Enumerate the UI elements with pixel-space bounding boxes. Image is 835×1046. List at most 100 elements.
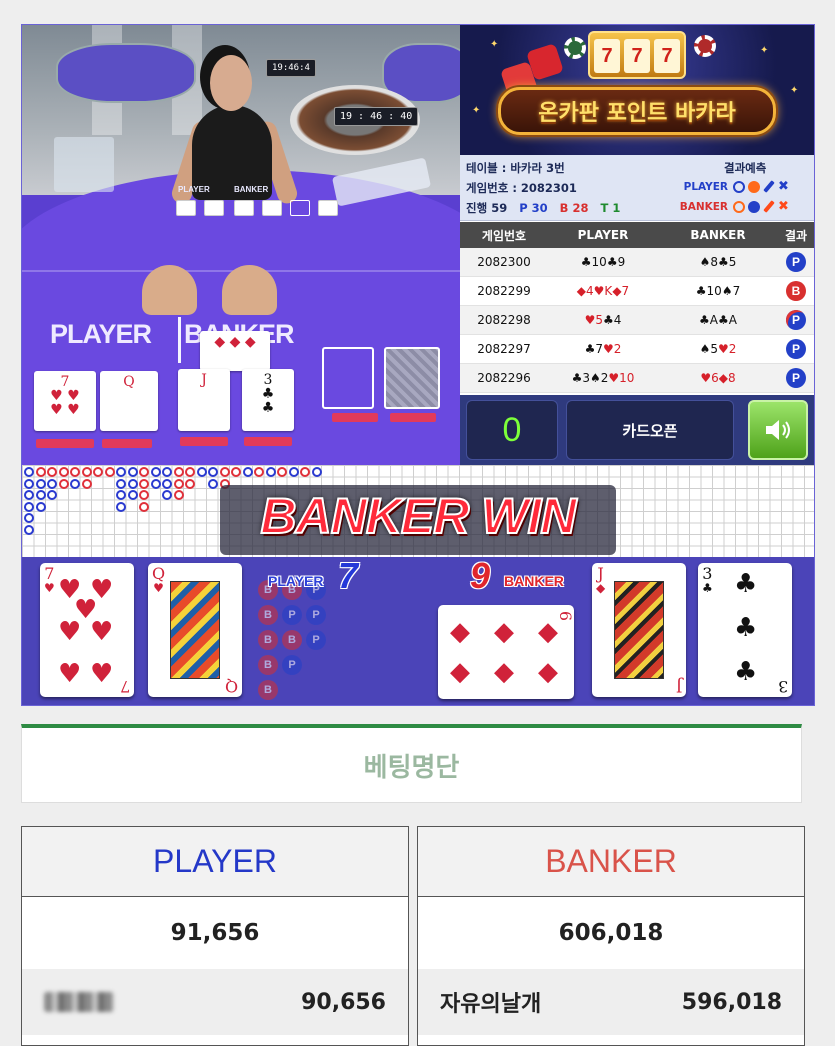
road-bead	[185, 467, 195, 477]
prediction-banker-row: BANKER ✖	[679, 199, 789, 214]
road-bead	[35, 467, 46, 477]
road-bead	[288, 467, 299, 477]
history-player-cards: ♣7♥2	[584, 342, 622, 356]
dot-icon[interactable]	[748, 180, 760, 193]
banker-score: 9	[470, 555, 491, 596]
road-bead	[35, 478, 46, 489]
road-bead	[24, 467, 34, 477]
history-player-cards: ♣10♣9	[580, 255, 626, 269]
felt-card: J	[178, 369, 230, 431]
pencil-icon[interactable]	[763, 180, 775, 193]
road-bead	[47, 467, 57, 477]
history-row: 2082300 ♣10♣9 ♠8♣5 P	[460, 248, 814, 277]
road-bead	[127, 490, 138, 500]
slot-machine-icon: 777	[588, 31, 686, 79]
table-name: 테이블 : 바카라 3번	[466, 161, 565, 175]
history-banker-cards: ♣A♣A	[699, 313, 737, 327]
banker-bets-column: BANKER 606,018 자유의날개 596,018	[417, 826, 805, 1046]
result-badge: P	[786, 339, 806, 359]
promo-banner: ✦ ✦ ✦ ✦ 777 온카판 포인트 바카라	[460, 25, 814, 155]
road-bead	[139, 501, 149, 512]
road-bead	[231, 467, 241, 477]
chip-icon	[564, 37, 586, 59]
speaker-icon	[766, 420, 790, 440]
history-row: 2082299 ◆4♥K◆7 ♣10♠7 B	[460, 277, 814, 306]
road-bead	[242, 467, 253, 477]
road-bead	[162, 467, 172, 477]
close-icon[interactable]: ✖	[778, 200, 789, 213]
history-row: 2082296 ♣3♠2♥10 ♥6◆8 P	[460, 364, 814, 393]
countdown-display: 0	[466, 400, 558, 460]
history-row: 2082298 ♥5♣4 ♣A♣A P	[460, 306, 814, 335]
result-badge: B	[786, 281, 806, 301]
history-banker-cards: ♣10♠7	[695, 284, 741, 298]
banker-card-2: J ◆ J	[592, 563, 686, 697]
road-badge: P	[306, 605, 326, 625]
road-badge: P	[282, 655, 302, 675]
road-bead	[81, 478, 92, 489]
road-bead	[58, 467, 69, 477]
road-bead	[47, 478, 57, 489]
road-bead	[35, 490, 46, 500]
road-bead	[24, 501, 34, 512]
road-bead	[81, 467, 92, 477]
banker-score-label: BANKER	[504, 573, 564, 589]
road-badge: B	[258, 655, 278, 675]
close-icon[interactable]: ✖	[778, 180, 789, 193]
game-number: 게임번호 : 2082301	[466, 181, 577, 195]
road-bead	[116, 467, 126, 477]
player-bets-column: PLAYER 91,656 90,656	[21, 826, 409, 1046]
discard-tray	[54, 137, 114, 192]
road-bead	[35, 501, 46, 512]
history-player-cards: ◆4♥K◆7	[576, 284, 630, 298]
road-bead	[58, 478, 69, 489]
control-bar: 0 카드오픈	[460, 395, 814, 465]
road-bead	[24, 478, 34, 489]
pencil-icon[interactable]	[763, 200, 775, 213]
road-bead	[196, 467, 207, 477]
road-bead	[185, 478, 195, 489]
road-badge: B	[258, 605, 278, 625]
dealer-hands	[132, 265, 302, 315]
road-bead	[70, 478, 80, 489]
felt-card: 3 ♣ ♣	[242, 369, 294, 431]
player-score-label: PLAYER	[268, 573, 324, 589]
road-badge: B	[258, 680, 278, 700]
road-bead	[116, 490, 126, 500]
prediction-title: 결과예측	[724, 161, 767, 175]
history-banker-cards: ♠8♣5	[699, 255, 737, 269]
history-game-number: 2082298	[477, 313, 531, 327]
result-badge: P	[786, 368, 806, 388]
player-card-1: 7 ♥ ♥ ♥ ♥ ♥ ♥ ♥ ♥ 7	[40, 563, 134, 697]
history-game-number: 2082297	[477, 342, 531, 356]
road-bead	[139, 478, 149, 489]
road-bead	[300, 467, 310, 477]
history-game-number: 2082296	[477, 371, 531, 385]
road-bead	[277, 467, 287, 477]
card-open-button[interactable]: 카드오픈	[566, 400, 734, 460]
history-player-cards: ♥5♣4	[584, 313, 622, 327]
table-info: 테이블 : 바카라 3번 게임번호 : 2082301 진행 59 P 30 B…	[460, 155, 814, 221]
circle-outline-icon[interactable]	[733, 180, 745, 193]
circle-outline-icon[interactable]	[733, 200, 745, 213]
dot-icon[interactable]	[748, 200, 760, 213]
road-badge: P	[282, 605, 302, 625]
road-bead	[150, 478, 161, 489]
live-video: 19:46:4 19 : 46 : 40 PLAYER BANKER PLAYE…	[22, 25, 460, 465]
game-frame: 19:46:4 19 : 46 : 40 PLAYER BANKER PLAYE…	[21, 24, 815, 706]
road-badge: B	[258, 630, 278, 650]
road-bead	[116, 478, 126, 489]
road-bead	[265, 467, 276, 477]
felt-card: 7 ♥ ♥ ♥ ♥	[34, 371, 96, 431]
sound-button[interactable]	[748, 400, 808, 460]
history-game-number: 2082300	[477, 255, 531, 269]
player-card-2: Q ♥ Q	[148, 563, 242, 697]
road-bead	[93, 467, 103, 477]
banker-bet-username: 자유의날개	[440, 992, 542, 1017]
result-badge: P	[786, 310, 806, 330]
road-bead	[139, 467, 149, 477]
prediction-player-row: PLAYER ✖	[683, 179, 789, 194]
small-clock: 19:46:4	[266, 59, 316, 77]
felt-card: ◆ ◆ ◆	[200, 331, 270, 371]
player-score: 7	[338, 555, 359, 596]
